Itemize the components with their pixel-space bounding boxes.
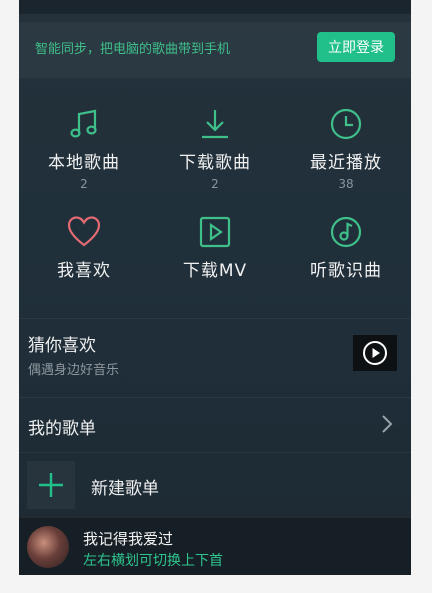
grid-item-favorites[interactable]: 我喜欢	[19, 214, 149, 281]
grid-item-label: 听歌识曲	[310, 261, 382, 281]
clock-icon	[328, 106, 364, 142]
grid-item-downloaded-mv[interactable]: 下载MV	[150, 214, 280, 281]
music-recognize-icon	[328, 214, 364, 250]
grid-item-count: 2	[80, 177, 88, 191]
my-playlists-label: 我的歌单	[28, 419, 96, 439]
guess-subtitle: 偶遇身边好音乐	[28, 363, 120, 378]
guess-title: 猜你喜欢	[28, 336, 96, 356]
new-playlist-label: 新建歌单	[91, 479, 159, 499]
chevron-right-icon	[381, 414, 393, 438]
new-playlist-row[interactable]: 新建歌单	[19, 452, 411, 517]
plus-icon	[27, 461, 75, 509]
play-button[interactable]	[353, 335, 397, 371]
grid-item-label: 本地歌曲	[48, 153, 120, 173]
sync-banner-text: 智能同步，把电脑的歌曲带到手机	[35, 42, 231, 57]
grid-item-count: 38	[338, 177, 354, 191]
sync-banner: 智能同步，把电脑的歌曲带到手机 立即登录	[19, 22, 411, 78]
grid-item-local-songs[interactable]: 本地歌曲 2	[19, 106, 149, 191]
music-note-icon	[66, 106, 102, 142]
swipe-hint: 左右横划可切换上下首	[83, 553, 223, 569]
my-playlists-row[interactable]: 我的歌单	[19, 397, 411, 450]
album-cover[interactable]	[27, 526, 69, 568]
grid-item-label: 我喜欢	[57, 261, 111, 281]
music-app-screen: 智能同步，把电脑的歌曲带到手机 立即登录 本地歌曲 2 下载歌曲 2 最近播放 …	[19, 0, 411, 575]
grid-item-recent-plays[interactable]: 最近播放 38	[281, 106, 411, 191]
grid-item-label: 最近播放	[310, 153, 382, 173]
grid-item-music-recognition[interactable]: 听歌识曲	[281, 214, 411, 281]
video-play-icon	[197, 214, 233, 250]
mini-player[interactable]: 我记得我爱过 左右横划可切换上下首	[19, 517, 411, 575]
grid-item-downloaded-songs[interactable]: 下载歌曲 2	[150, 106, 280, 191]
song-title: 我记得我爱过	[83, 530, 174, 548]
heart-icon	[66, 214, 102, 250]
grid-item-label: 下载歌曲	[179, 153, 251, 173]
top-bar	[19, 0, 411, 14]
quick-access-grid: 本地歌曲 2 下载歌曲 2 最近播放 38 我喜欢 下载MV 听歌识曲	[19, 96, 411, 311]
login-button[interactable]: 立即登录	[317, 32, 395, 62]
grid-item-label: 下载MV	[182, 261, 248, 281]
play-icon	[363, 341, 387, 365]
guess-you-like-row[interactable]: 猜你喜欢 偶遇身边好音乐	[19, 318, 411, 385]
grid-item-count: 2	[211, 177, 219, 191]
download-icon	[197, 106, 233, 142]
